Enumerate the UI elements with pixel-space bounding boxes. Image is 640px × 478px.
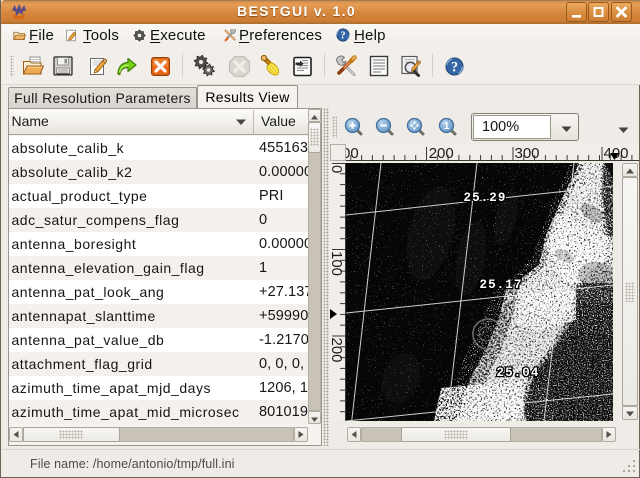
svg-text:300: 300 <box>515 145 540 161</box>
svg-text:25.29: 25.29 <box>463 191 506 205</box>
svg-text:1: 1 <box>444 120 450 132</box>
svg-text:25.04: 25.04 <box>496 366 539 380</box>
svg-text:25.17: 25.17 <box>479 278 522 292</box>
svg-text:?: ? <box>340 31 345 42</box>
svg-text:100: 100 <box>330 251 345 276</box>
svg-text:00: 00 <box>346 145 359 161</box>
svg-text:0: 0 <box>330 165 345 173</box>
svg-text:200: 200 <box>330 338 345 363</box>
svg-text:200: 200 <box>429 145 454 161</box>
svg-text:?: ? <box>451 59 458 75</box>
